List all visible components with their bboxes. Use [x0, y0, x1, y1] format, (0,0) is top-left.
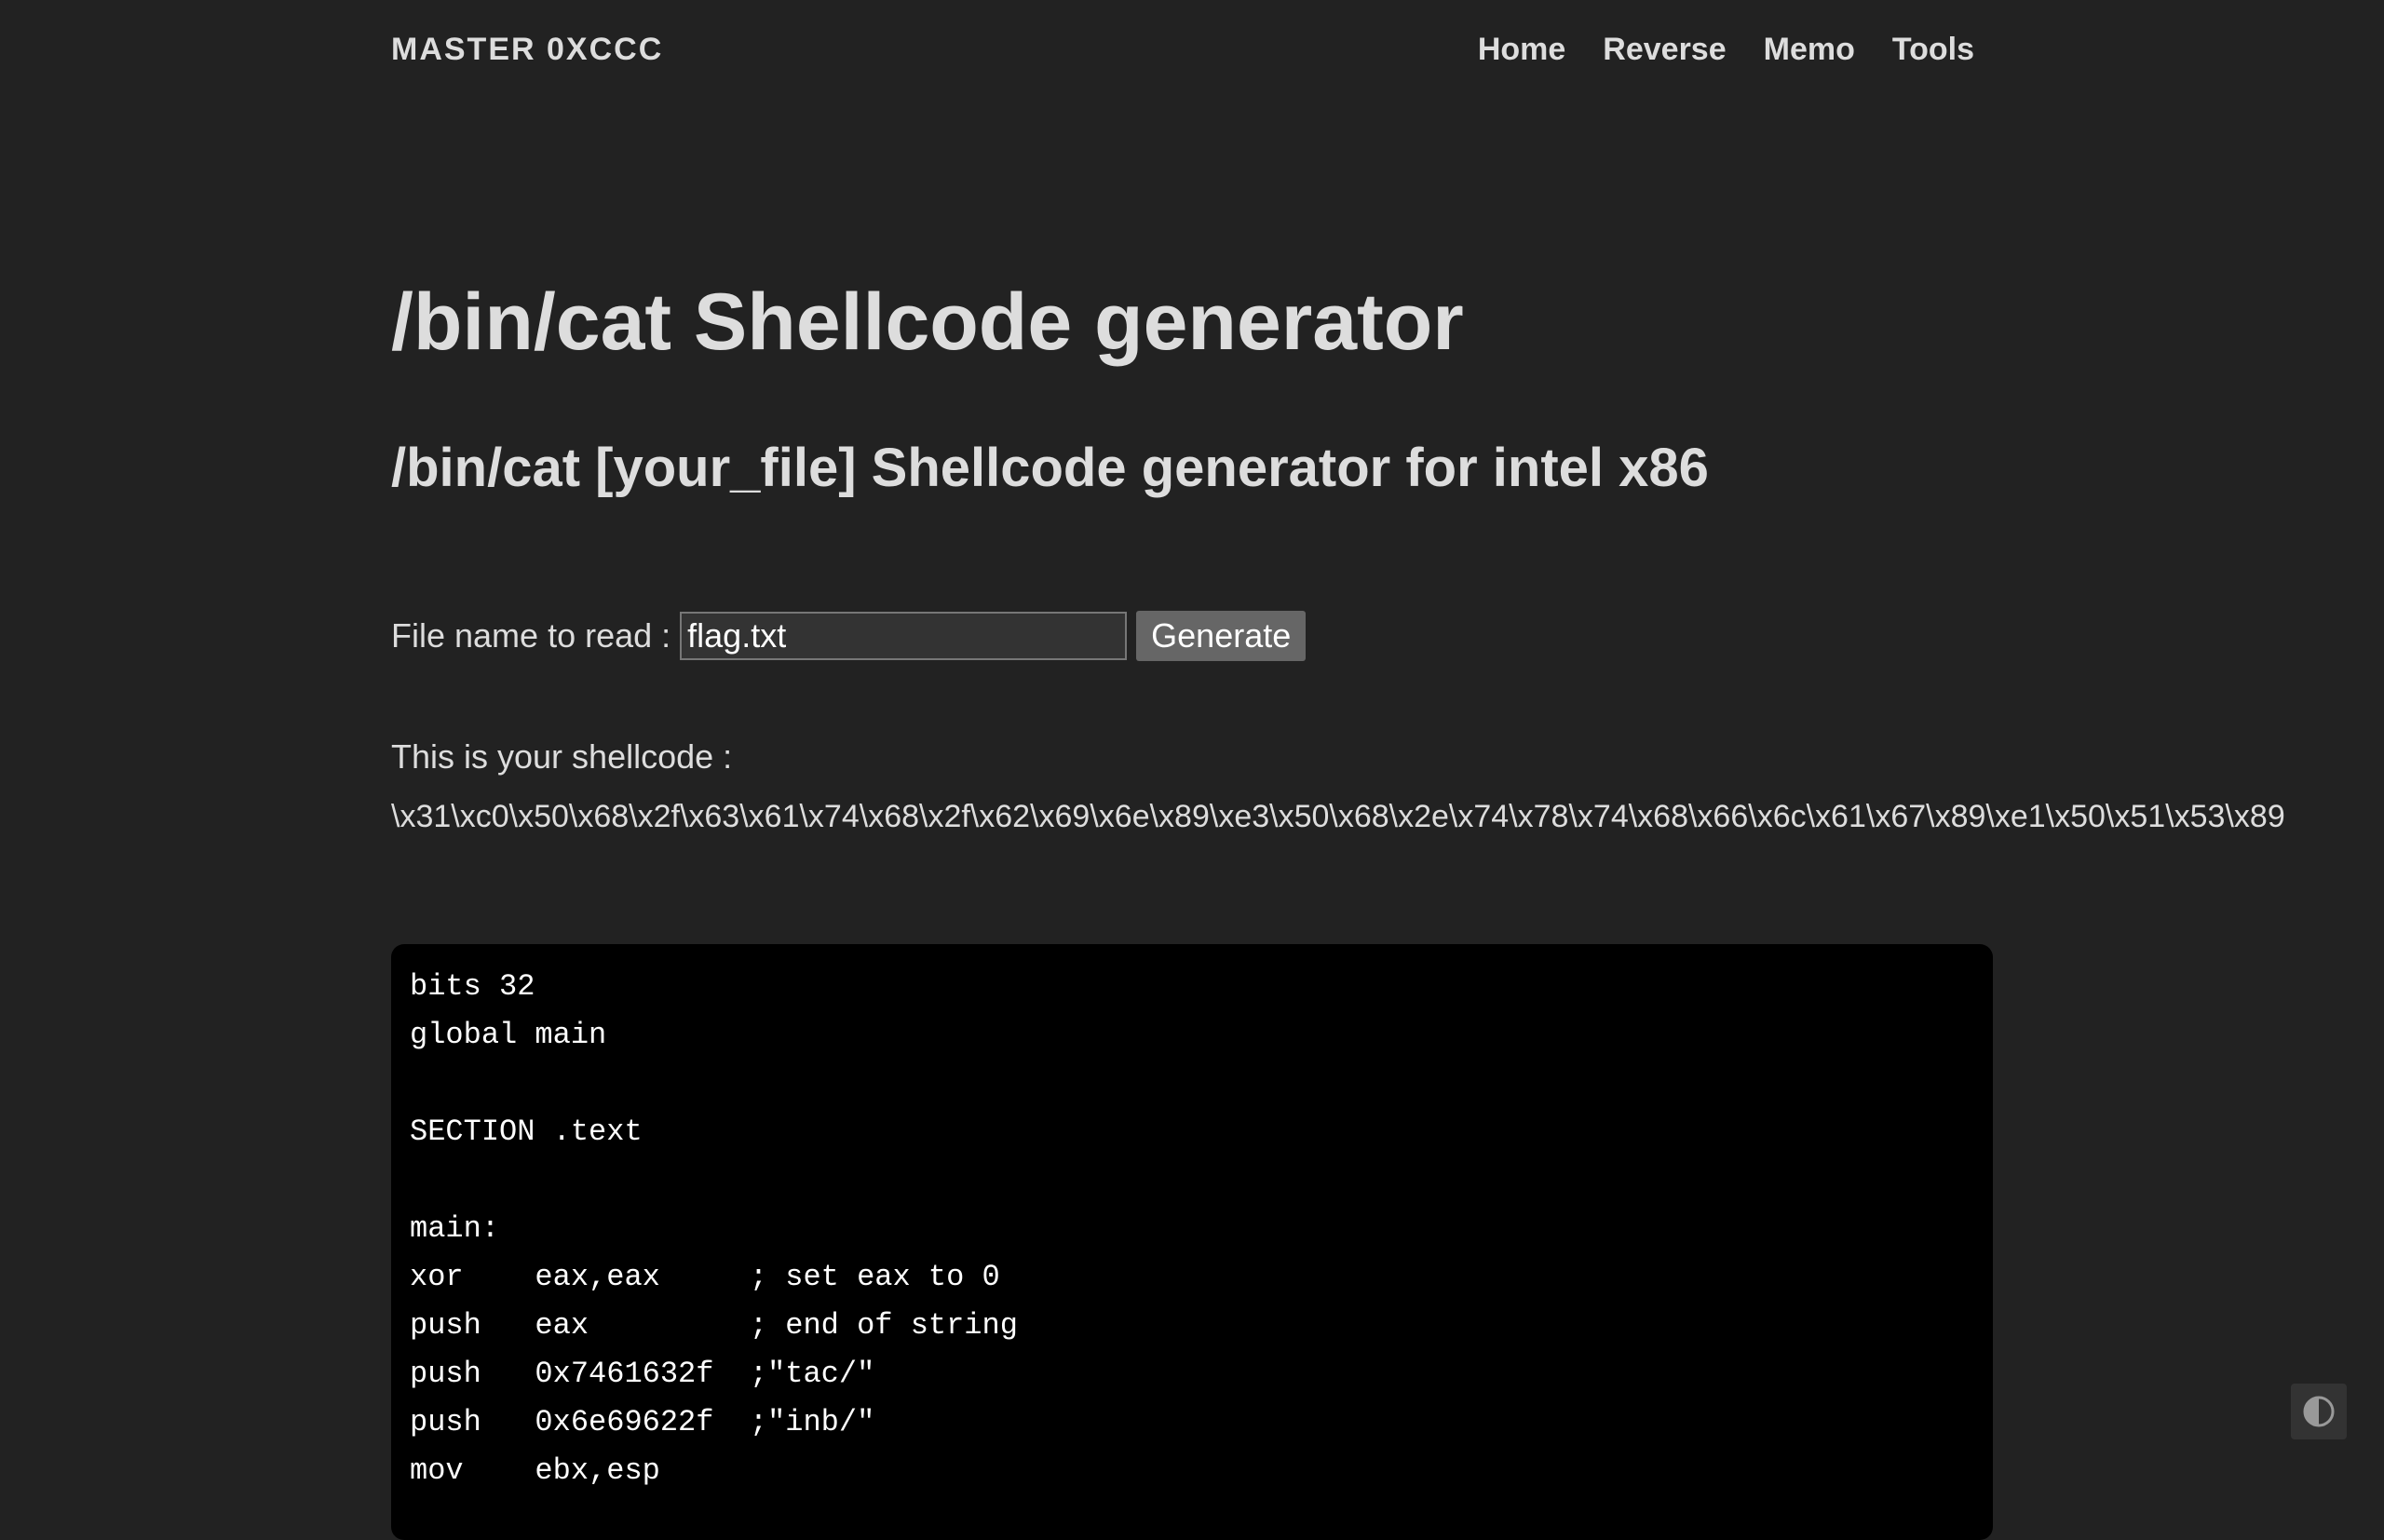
shellcode-output: \x31\xc0\x50\x68\x2f\x63\x61\x74\x68\x2f… [391, 799, 2285, 834]
file-name-label: File name to read : [391, 616, 671, 655]
site-header: MASTER 0XCCC Home Reverse Memo Tools [391, 28, 1974, 71]
assembly-code: bits 32 global main SECTION .text main: … [410, 963, 1974, 1495]
code-line: global main [410, 1018, 607, 1052]
nav-home-link[interactable]: Home [1478, 28, 1565, 71]
code-line: xor eax,eax ; set eax to 0 [410, 1260, 1000, 1294]
code-line: main: [410, 1211, 500, 1246]
assembly-code-block: bits 32 global main SECTION .text main: … [391, 944, 1993, 1540]
nav-reverse-link[interactable]: Reverse [1603, 28, 1726, 71]
contrast-icon [2303, 1396, 2335, 1427]
code-line: SECTION .text [410, 1114, 643, 1149]
page-title: /bin/cat Shellcode generator [391, 277, 1464, 367]
main-nav: Home Reverse Memo Tools [1441, 28, 1974, 71]
file-name-input[interactable] [680, 612, 1128, 660]
site-title[interactable]: MASTER 0XCCC [391, 28, 663, 71]
code-line: push eax ; end of string [410, 1308, 1018, 1343]
theme-toggle-button[interactable] [2291, 1384, 2347, 1439]
code-line: mov ebx,esp [410, 1453, 660, 1488]
page-subtitle: /bin/cat [your_file] Shellcode generator… [391, 438, 1709, 498]
code-line: push 0x6e69622f ;"inb/" [410, 1405, 875, 1439]
nav-tools-link[interactable]: Tools [1892, 28, 1974, 71]
code-line: bits 32 [410, 969, 535, 1004]
nav-memo-link[interactable]: Memo [1764, 28, 1855, 71]
code-line: push 0x7461632f ;"tac/" [410, 1357, 875, 1391]
shellcode-label: This is your shellcode : [391, 737, 733, 776]
generate-button[interactable]: Generate [1136, 611, 1307, 661]
generator-form: File name to read : Generate [391, 611, 1307, 661]
